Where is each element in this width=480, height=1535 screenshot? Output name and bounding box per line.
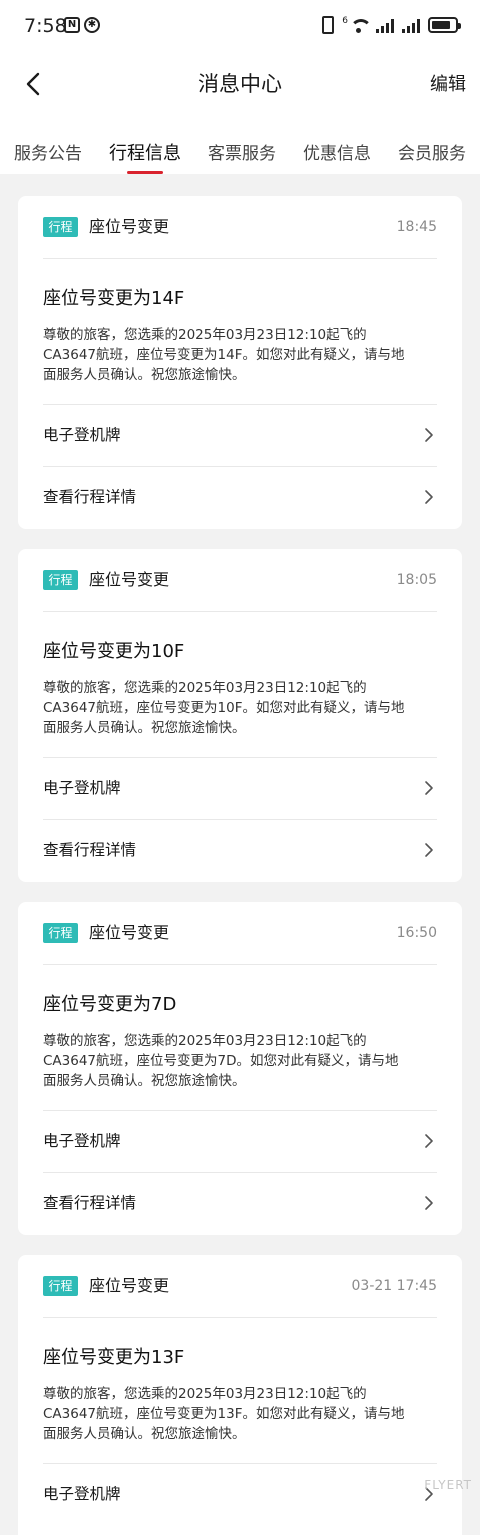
tab-label: 客票服务 [208, 144, 276, 164]
tab-label: 行程信息 [109, 143, 181, 164]
row-label: 电子登机牌 [43, 1132, 121, 1150]
boarding-pass-link[interactable]: 电子登机牌 [43, 758, 437, 818]
message-time: 18:45 [396, 219, 437, 235]
message-title: 座位号变更为7D [43, 994, 177, 1015]
message-card: 行程 座位号变更 03-21 17:45 座位号变更为13F 尊敬的旅客，您选乘… [18, 1255, 462, 1535]
message-body: 尊敬的旅客，您选乘的2025年03月23日12:10起飞的 CA3647航班，座… [43, 325, 442, 385]
message-body: 尊敬的旅客，您选乘的2025年03月23日12:10起飞的 CA3647航班，座… [43, 1031, 442, 1091]
chevron-right-icon [421, 842, 437, 858]
message-time: 18:05 [396, 572, 437, 588]
wifi-icon [348, 17, 372, 33]
row-label: 查看行程详情 [43, 841, 137, 859]
message-body-line: 尊敬的旅客，您选乘的2025年03月23日12:10起飞的 [43, 1386, 367, 1402]
category-tag: 行程 [43, 217, 78, 237]
battery-icon [428, 17, 461, 33]
nfc-icon: N [64, 17, 80, 33]
itinerary-details-link[interactable]: 查看行程详情 [43, 820, 437, 880]
message-body-line: 面服务人员确认。祝您旅途愉快。 [43, 367, 246, 383]
divider [43, 258, 437, 259]
message-body-line: 面服务人员确认。祝您旅途愉快。 [43, 1426, 246, 1442]
edit-button[interactable]: 编辑 [430, 70, 466, 96]
tab-service-notice[interactable]: 服务公告 [14, 112, 82, 174]
header: 消息中心 编辑 [0, 54, 480, 112]
message-card: 行程 座位号变更 18:45 座位号变更为14F 尊敬的旅客，您选乘的2025年… [18, 196, 462, 529]
active-tab-indicator [127, 171, 163, 174]
message-type: 座位号变更 [89, 1276, 170, 1295]
tab-itinerary-info[interactable]: 行程信息 [109, 112, 181, 174]
card-header: 行程 座位号变更 18:05 [43, 569, 437, 591]
divider [43, 611, 437, 612]
message-card: 行程 座位号变更 16:50 座位号变更为7D 尊敬的旅客，您选乘的2025年0… [18, 902, 462, 1235]
row-label: 查看行程详情 [43, 1194, 137, 1212]
tab-bar: 服务公告 行程信息 客票服务 优惠信息 会员服务 [0, 112, 480, 174]
row-label: 电子登机牌 [43, 1485, 121, 1503]
page-title: 消息中心 [198, 72, 282, 96]
status-right-icons: 6 [322, 16, 461, 34]
message-time: 03-21 17:45 [351, 1278, 437, 1294]
card-header: 行程 座位号变更 18:45 [43, 216, 437, 238]
message-body-line: CA3647航班，座位号变更为14F。如您对此有疑义，请与地 [43, 347, 405, 363]
status-left-icons: N ✱ [64, 17, 100, 33]
message-title: 座位号变更为10F [43, 641, 185, 662]
divider [43, 1317, 437, 1318]
chevron-right-icon [421, 489, 437, 505]
card-header: 行程 座位号变更 03-21 17:45 [43, 1275, 437, 1297]
message-title: 座位号变更为14F [43, 288, 185, 309]
signal-icon [402, 17, 420, 33]
category-tag: 行程 [43, 1276, 78, 1296]
card-header: 行程 座位号变更 16:50 [43, 922, 437, 944]
itinerary-details-link[interactable]: 查看行程详情 [43, 467, 437, 527]
category-tag: 行程 [43, 570, 78, 590]
tab-label: 优惠信息 [303, 144, 371, 164]
itinerary-details-link[interactable]: 查看行程详情 [43, 1173, 437, 1233]
status-time: 7:58 [24, 15, 67, 37]
signal-icon [376, 17, 394, 33]
message-body-line: 尊敬的旅客，您选乘的2025年03月23日12:10起飞的 [43, 1033, 367, 1049]
message-body-line: 尊敬的旅客，您选乘的2025年03月23日12:10起飞的 [43, 327, 367, 343]
tab-label: 服务公告 [14, 144, 82, 164]
message-card: 行程 座位号变更 18:05 座位号变更为10F 尊敬的旅客，您选乘的2025年… [18, 549, 462, 882]
message-type: 座位号变更 [89, 217, 170, 236]
message-type: 座位号变更 [89, 923, 170, 942]
alarm-icon: ✱ [84, 17, 100, 33]
message-body-line: CA3647航班，座位号变更为10F。如您对此有疑义，请与地 [43, 700, 405, 716]
tab-label: 会员服务 [398, 144, 466, 164]
boarding-pass-link[interactable]: 电子登机牌 [43, 1464, 437, 1524]
category-tag: 行程 [43, 923, 78, 943]
message-title: 座位号变更为13F [43, 1347, 185, 1368]
tab-member-service[interactable]: 会员服务 [398, 112, 466, 174]
chevron-right-icon [421, 1133, 437, 1149]
message-type: 座位号变更 [89, 570, 170, 589]
watermark: FLYERT [424, 1478, 472, 1492]
message-body-line: 面服务人员确认。祝您旅途愉快。 [43, 720, 246, 736]
chevron-right-icon [421, 780, 437, 796]
message-body-line: 面服务人员确认。祝您旅途愉快。 [43, 1073, 246, 1089]
tab-offers[interactable]: 优惠信息 [303, 112, 371, 174]
message-time: 16:50 [396, 925, 437, 941]
status-bar: 7:58 N ✱ 6 [0, 0, 480, 54]
divider [43, 964, 437, 965]
message-body-line: CA3647航班，座位号变更为7D。如您对此有疑义，请与地 [43, 1053, 399, 1069]
message-body-line: CA3647航班，座位号变更为13F。如您对此有疑义，请与地 [43, 1406, 405, 1422]
boarding-pass-link[interactable]: 电子登机牌 [43, 405, 437, 465]
vibrate-icon [322, 16, 335, 34]
chevron-right-icon [421, 427, 437, 443]
tab-ticket-service[interactable]: 客票服务 [208, 112, 276, 174]
message-body: 尊敬的旅客，您选乘的2025年03月23日12:10起飞的 CA3647航班，座… [43, 1384, 442, 1444]
row-label: 查看行程详情 [43, 488, 137, 506]
chevron-right-icon [421, 1195, 437, 1211]
row-label: 电子登机牌 [43, 779, 121, 797]
boarding-pass-link[interactable]: 电子登机牌 [43, 1111, 437, 1171]
row-label: 电子登机牌 [43, 426, 121, 444]
message-body-line: 尊敬的旅客，您选乘的2025年03月23日12:10起飞的 [43, 680, 367, 696]
message-body: 尊敬的旅客，您选乘的2025年03月23日12:10起飞的 CA3647航班，座… [43, 678, 442, 738]
